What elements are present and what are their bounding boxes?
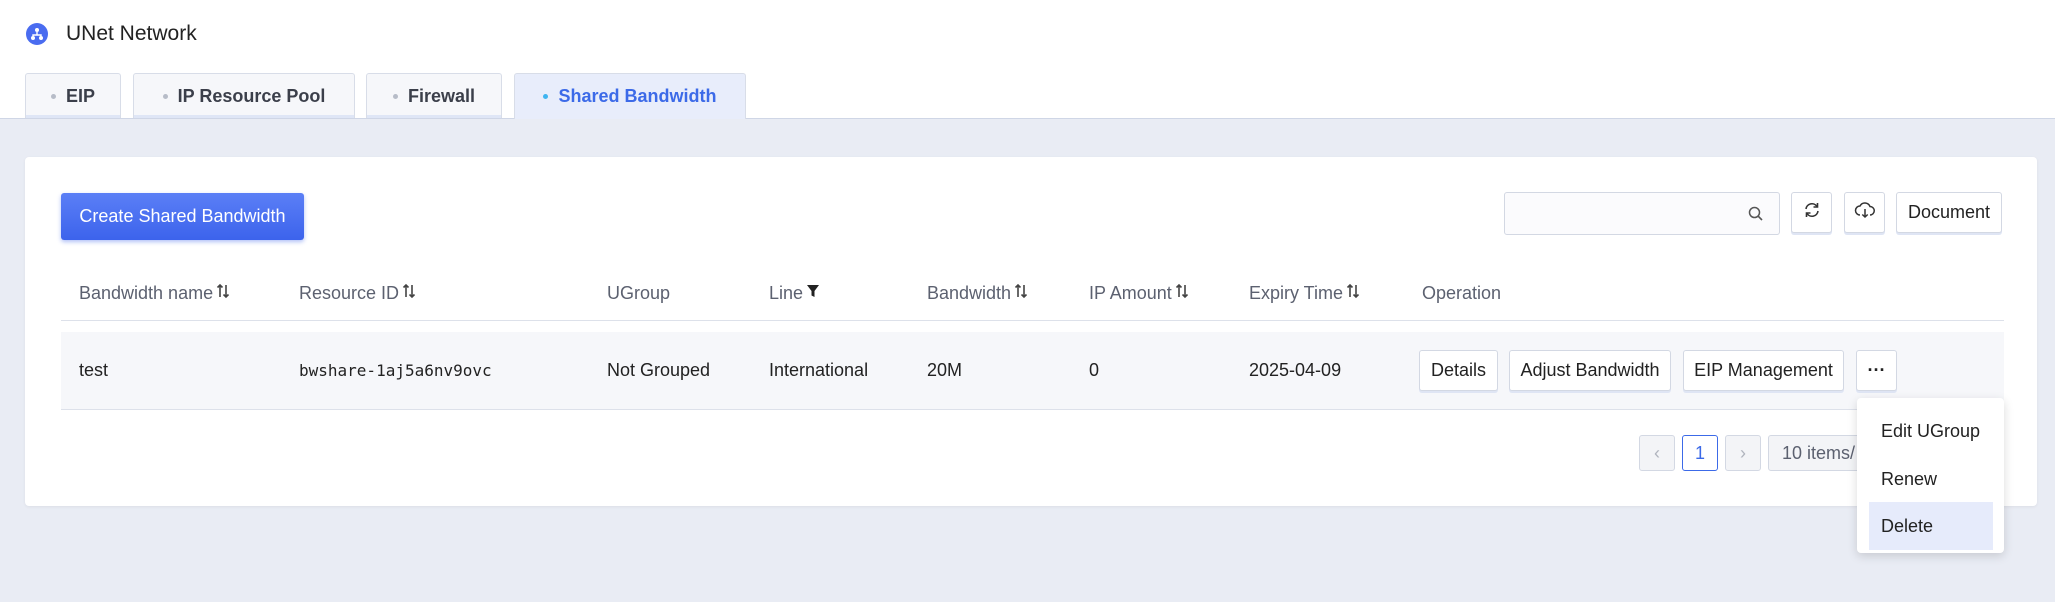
column-header-ugroup: UGroup xyxy=(607,267,670,320)
adjust-bandwidth-button[interactable]: Adjust Bandwidth xyxy=(1509,350,1671,391)
column-label: UGroup xyxy=(607,283,671,303)
document-button[interactable]: Document xyxy=(1896,192,2002,233)
column-header-ip-amount[interactable]: IP Amount xyxy=(1089,267,1189,320)
tab-ip-resource-pool[interactable]: IP Resource Pool xyxy=(133,73,355,118)
cell-ugroup: Not Grouped xyxy=(607,360,711,380)
cell-bandwidth: 20M xyxy=(927,360,963,380)
page-1-button[interactable]: 1 xyxy=(1682,435,1718,471)
tab-dot-icon xyxy=(543,94,549,99)
tab-label: Firewall xyxy=(407,85,476,106)
cell-ip-amount: 0 xyxy=(1089,360,1100,380)
column-label: Expiry Time xyxy=(1249,283,1344,303)
refresh-button[interactable] xyxy=(1791,192,1832,233)
column-header-resource-id[interactable]: Resource ID xyxy=(299,267,416,320)
tab-label: Shared Bandwidth xyxy=(558,86,717,106)
cell-bandwidth-name: test xyxy=(79,360,109,380)
more-options-menu: Edit UGroup Renew Delete xyxy=(1857,398,2004,553)
column-header-line[interactable]: Line xyxy=(769,267,820,320)
column-label: Bandwidth name xyxy=(79,283,214,303)
search-input[interactable] xyxy=(1504,192,1780,235)
create-shared-bandwidth-button[interactable]: Create Shared Bandwidth xyxy=(61,193,304,240)
details-button[interactable]: Details xyxy=(1419,350,1498,391)
tab-label: EIP xyxy=(65,85,95,106)
column-label: IP Amount xyxy=(1089,283,1172,303)
tab-eip[interactable]: EIP xyxy=(25,73,121,118)
cloud-download-icon xyxy=(1854,200,1876,225)
table-header: Bandwidth name Resource ID UGroup Line B… xyxy=(61,267,2004,321)
cell-resource-id: bwshare-1aj5a6nv9ovc xyxy=(299,361,492,380)
column-label: Operation xyxy=(1422,283,1502,303)
next-page-button[interactable]: › xyxy=(1725,435,1761,471)
eip-management-button[interactable]: EIP Management xyxy=(1683,350,1844,391)
cell-line: International xyxy=(769,360,869,380)
prev-page-button[interactable]: ‹ xyxy=(1639,435,1675,471)
sort-icon[interactable] xyxy=(1346,283,1360,304)
sort-icon[interactable] xyxy=(1175,283,1189,304)
table-row: test bwshare-1aj5a6nv9ovc Not Grouped In… xyxy=(61,332,2004,410)
column-header-bandwidth[interactable]: Bandwidth xyxy=(927,267,1028,320)
content-card: Create Shared Bandwidth Document Bandwid… xyxy=(25,157,2037,506)
column-header-expiry-time[interactable]: Expiry Time xyxy=(1249,267,1360,320)
network-icon xyxy=(26,23,48,45)
search-icon[interactable] xyxy=(1747,205,1765,223)
tab-firewall[interactable]: Firewall xyxy=(366,73,502,118)
sort-icon[interactable] xyxy=(402,283,416,304)
sort-icon[interactable] xyxy=(1014,283,1028,304)
column-label: Line xyxy=(769,283,804,303)
column-header-bandwidth-name[interactable]: Bandwidth name xyxy=(79,267,230,320)
menu-item-delete[interactable]: Delete xyxy=(1869,502,1993,550)
app-header: UNet Network xyxy=(26,22,197,46)
tab-label: IP Resource Pool xyxy=(177,85,326,106)
filter-icon[interactable] xyxy=(806,283,820,304)
menu-item-renew[interactable]: Renew xyxy=(1869,455,1993,503)
cell-expiry-time: 2025-04-09 xyxy=(1249,360,1342,380)
column-header-operation: Operation xyxy=(1422,267,1501,320)
tab-dot-icon xyxy=(162,93,168,99)
tab-shared-bandwidth[interactable]: Shared Bandwidth xyxy=(514,73,746,119)
column-label: Resource ID xyxy=(299,283,400,303)
sort-icon[interactable] xyxy=(216,283,230,304)
refresh-icon xyxy=(1802,200,1822,225)
more-options-button[interactable]: ··· xyxy=(1856,350,1897,391)
top-bar: UNet Network EIP IP Resource Pool Firewa… xyxy=(0,0,2055,119)
tab-dot-icon xyxy=(392,93,398,99)
column-label: Bandwidth xyxy=(927,283,1012,303)
menu-item-edit-ugroup[interactable]: Edit UGroup xyxy=(1869,407,1993,455)
app-title: UNet Network xyxy=(66,22,197,45)
download-button[interactable] xyxy=(1844,192,1885,233)
tab-dot-icon xyxy=(50,93,56,99)
